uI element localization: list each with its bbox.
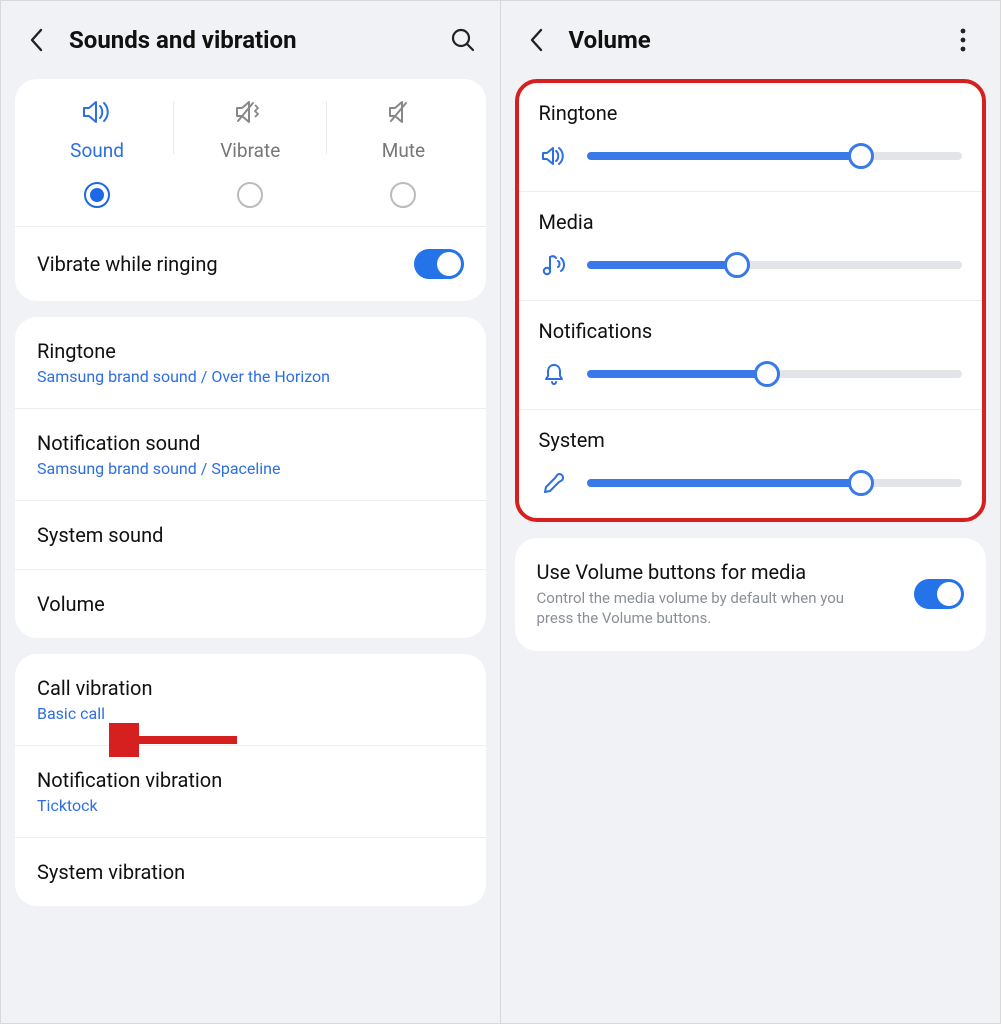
sound-icon [80,93,114,131]
radio-sound[interactable] [84,182,110,208]
volume-sliders-card: Ringtone Media [515,79,987,522]
page-title: Sounds and vibration [69,26,430,54]
system-sound-row[interactable]: System sound [15,501,486,570]
more-icon[interactable] [946,23,980,57]
back-icon[interactable] [19,23,53,57]
ringtone-slider-row: Ringtone [519,83,983,192]
search-icon[interactable] [446,23,480,57]
mode-sound[interactable]: Sound [21,93,173,162]
media-slider-row: Media [519,192,983,301]
vibration-card: Call vibration Basic call Notification v… [15,654,486,906]
notifications-icon [539,362,569,386]
media-icon [539,253,569,277]
page-title: Volume [569,26,931,54]
vibrate-while-ringing-row[interactable]: Vibrate while ringing [15,227,486,301]
call-vibration-row[interactable]: Call vibration Basic call [15,654,486,746]
ringtone-row[interactable]: Ringtone Samsung brand sound / Over the … [15,317,486,409]
mode-mute[interactable]: Mute [327,93,479,162]
sounds-card: Ringtone Samsung brand sound / Over the … [15,317,486,638]
vibrate-icon [233,93,267,131]
sounds-and-vibration-screen: Sounds and vibration Sound [1,1,501,1023]
system-slider[interactable] [587,470,963,496]
use-volume-buttons-card: Use Volume buttons for media Control the… [515,538,987,651]
volume-row[interactable]: Volume [15,570,486,638]
media-slider[interactable] [587,252,963,278]
back-icon[interactable] [519,23,553,57]
use-volume-buttons-toggle[interactable] [914,579,964,609]
notifications-slider-row: Notifications [519,301,983,410]
notification-sound-row[interactable]: Notification sound Samsung brand sound /… [15,409,486,501]
mute-icon [386,93,420,131]
system-vibration-row[interactable]: System vibration [15,838,486,906]
radio-mute[interactable] [390,182,416,208]
system-slider-row: System [519,410,983,518]
system-icon [539,470,569,496]
volume-screen: Volume Ringtone [501,1,1001,1023]
ringtone-icon [539,145,569,167]
notifications-slider[interactable] [587,361,963,387]
radio-vibrate[interactable] [237,182,263,208]
sound-mode-card: Sound Vibrate [15,79,486,301]
mode-vibrate[interactable]: Vibrate [174,93,326,162]
use-volume-buttons-row[interactable]: Use Volume buttons for media Control the… [515,538,987,651]
notification-vibration-row[interactable]: Notification vibration Ticktock [15,746,486,838]
vibrate-while-ringing-toggle[interactable] [414,249,464,279]
ringtone-slider[interactable] [587,143,963,169]
